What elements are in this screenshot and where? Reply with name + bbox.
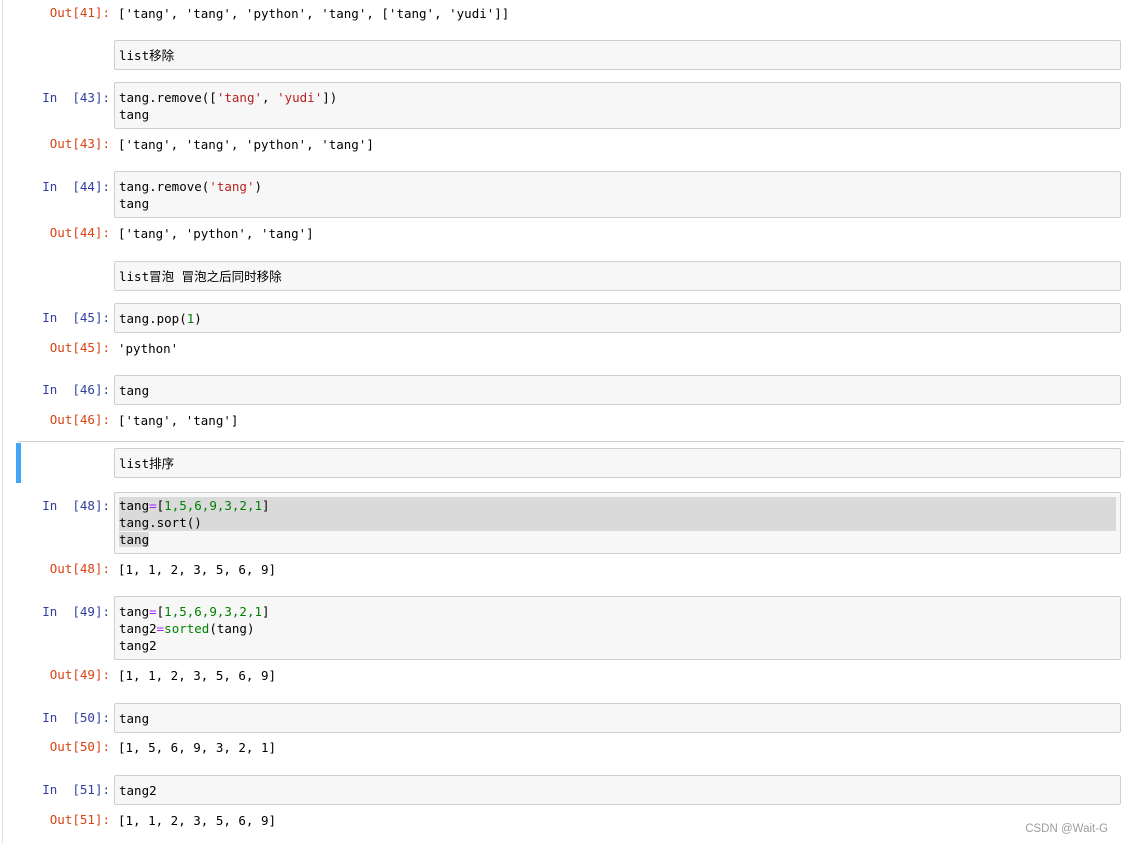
code-line: tang2 [119, 638, 157, 653]
output-prompt: Out[48]: [49, 561, 110, 576]
code-line: tang [119, 383, 150, 398]
code-line: tang [119, 532, 150, 547]
code-line: tang.sort() [119, 514, 1116, 531]
code-cell-43[interactable]: In [43]: tang.remove(['tang', 'yudi']) ta… [18, 82, 1121, 129]
output-cell-46: Out[46]: ['tang', 'tang'] [18, 411, 1121, 431]
notebook-left-rule [2, 0, 3, 843]
code-editor[interactable]: tang=[1,5,6,9,3,2,1] tang2=sorted(tang) ta… [114, 596, 1121, 660]
input-prompt: In [46]: [42, 382, 110, 397]
code-line: tang [119, 196, 150, 211]
output-text: ['tang', 'tang', 'python', 'tang'] [118, 137, 374, 152]
code-line: tang2 [119, 783, 157, 798]
code-line: tang.remove(['tang', 'yudi']) [119, 90, 338, 105]
code-line: tang.remove('tang') [119, 179, 262, 194]
markdown-cell-remove[interactable]: list移除 [18, 40, 1121, 70]
output-text: 'python' [118, 341, 179, 356]
output-prompt: Out[44]: [49, 225, 110, 240]
code-editor[interactable]: tang [114, 703, 1121, 733]
code-editor[interactable]: tang2 [114, 775, 1121, 805]
code-cell-49[interactable]: In [49]: tang=[1,5,6,9,3,2,1] tang2=sorte… [18, 596, 1121, 660]
selected-cell-border [18, 441, 1124, 442]
code-cell-45[interactable]: In [45]: tang.pop(1) [18, 303, 1121, 333]
output-text: ['tang', 'tang', 'python', 'tang', ['tan… [118, 6, 510, 21]
output-cell-49: Out[49]: [1, 1, 2, 3, 5, 6, 9] [18, 666, 1121, 686]
code-editor[interactable]: tang=[1,5,6,9,3,2,1] tang.sort() tang [114, 492, 1121, 554]
code-cell-46[interactable]: In [46]: tang [18, 375, 1121, 405]
code-line: tang.pop(1) [119, 311, 202, 326]
output-text: ['tang', 'python', 'tang'] [118, 226, 314, 241]
markdown-text: list排序 [114, 448, 1121, 478]
output-text: [1, 5, 6, 9, 3, 2, 1] [118, 740, 277, 755]
output-prompt: Out[46]: [49, 412, 110, 427]
input-prompt: In [45]: [42, 310, 110, 325]
output-cell-48: Out[48]: [1, 1, 2, 3, 5, 6, 9] [18, 560, 1121, 580]
output-prompt: Out[43]: [49, 136, 110, 151]
code-editor[interactable]: tang.remove('tang') tang [114, 171, 1121, 218]
input-prompt: In [44]: [42, 179, 110, 194]
markdown-cell-sort[interactable]: list排序 [18, 448, 1121, 478]
code-cell-48[interactable]: In [48]: tang=[1,5,6,9,3,2,1] tang.sort()… [18, 492, 1121, 554]
code-cell-44[interactable]: In [44]: tang.remove('tang') tang [18, 171, 1121, 218]
output-prompt: Out[45]: [49, 340, 110, 355]
output-text: [1, 1, 2, 3, 5, 6, 9] [118, 668, 277, 683]
output-text: ['tang', 'tang'] [118, 413, 239, 428]
code-cell-51[interactable]: In [51]: tang2 [18, 775, 1121, 805]
code-editor[interactable]: tang [114, 375, 1121, 405]
input-prompt: In [50]: [42, 710, 110, 725]
output-cell-43: Out[43]: ['tang', 'tang', 'python', 'tan… [18, 135, 1121, 155]
output-text: [1, 1, 2, 3, 5, 6, 9] [118, 562, 277, 577]
input-prompt: In [49]: [42, 604, 110, 619]
input-prompt: In [48]: [42, 498, 110, 513]
code-line: tang [119, 711, 150, 726]
output-cell-51: Out[51]: [1, 1, 2, 3, 5, 6, 9] [18, 811, 1121, 831]
code-line: tang=[1,5,6,9,3,2,1] [119, 604, 270, 619]
output-text: [1, 1, 2, 3, 5, 6, 9] [118, 813, 277, 828]
code-line: tang [119, 107, 150, 122]
output-cell-45: Out[45]: 'python' [18, 339, 1121, 359]
output-cell-41: Out[41]: ['tang', 'tang', 'python', 'tan… [18, 4, 1121, 24]
code-cell-50[interactable]: In [50]: tang [18, 703, 1121, 733]
watermark: CSDN @Wait-G [1025, 823, 1108, 835]
code-editor[interactable]: tang.remove(['tang', 'yudi']) tang [114, 82, 1121, 129]
markdown-text: list冒泡 冒泡之后同时移除 [114, 261, 1121, 291]
output-prompt: Out[50]: [49, 739, 110, 754]
code-editor[interactable]: tang.pop(1) [114, 303, 1121, 333]
output-prompt: Out[41]: [49, 5, 110, 20]
input-prompt: In [51]: [42, 782, 110, 797]
output-cell-44: Out[44]: ['tang', 'python', 'tang'] [18, 224, 1121, 244]
output-prompt: Out[49]: [49, 667, 110, 682]
code-line: tang2=sorted(tang) [119, 621, 255, 636]
markdown-text: list移除 [114, 40, 1121, 70]
input-prompt: In [43]: [42, 90, 110, 105]
code-line: tang=[1,5,6,9,3,2,1] [119, 497, 1116, 514]
output-prompt: Out[51]: [49, 812, 110, 827]
output-cell-50: Out[50]: [1, 5, 6, 9, 3, 2, 1] [18, 738, 1121, 758]
markdown-cell-pop[interactable]: list冒泡 冒泡之后同时移除 [18, 261, 1121, 291]
